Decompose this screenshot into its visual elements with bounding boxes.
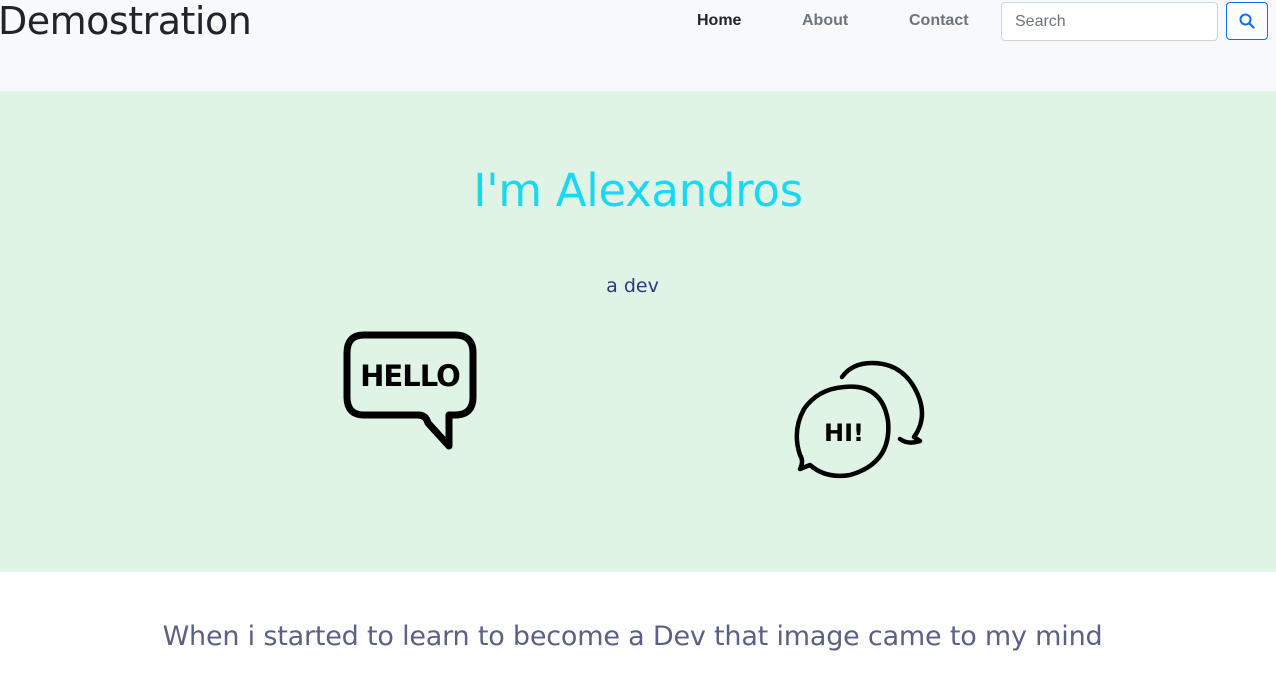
- intro-text: When i started to learn to become a Dev …: [162, 621, 1103, 652]
- hi-icon-text: HI!: [824, 419, 864, 447]
- hero-section: I'm Alexandros a dev HELLO HI!: [0, 91, 1276, 572]
- nav-link-contact[interactable]: Contact: [909, 11, 969, 31]
- navbar: Demostration Home About Contact: [0, 0, 1276, 91]
- nav-link-about[interactable]: About: [802, 11, 848, 31]
- hero-title: I'm Alexandros: [473, 164, 803, 217]
- hello-speech-bubble-icon: HELLO: [343, 331, 477, 450]
- search-input[interactable]: [1001, 2, 1218, 41]
- nav-link-home[interactable]: Home: [697, 11, 741, 31]
- hello-icon-text: HELLO: [360, 359, 460, 393]
- hi-chat-bubbles-icon: HI!: [794, 360, 925, 479]
- brand-logo[interactable]: Demostration: [0, 0, 252, 44]
- search-icon: [1239, 13, 1255, 29]
- hero-subtitle: a dev: [606, 275, 659, 297]
- search-button[interactable]: [1226, 2, 1268, 40]
